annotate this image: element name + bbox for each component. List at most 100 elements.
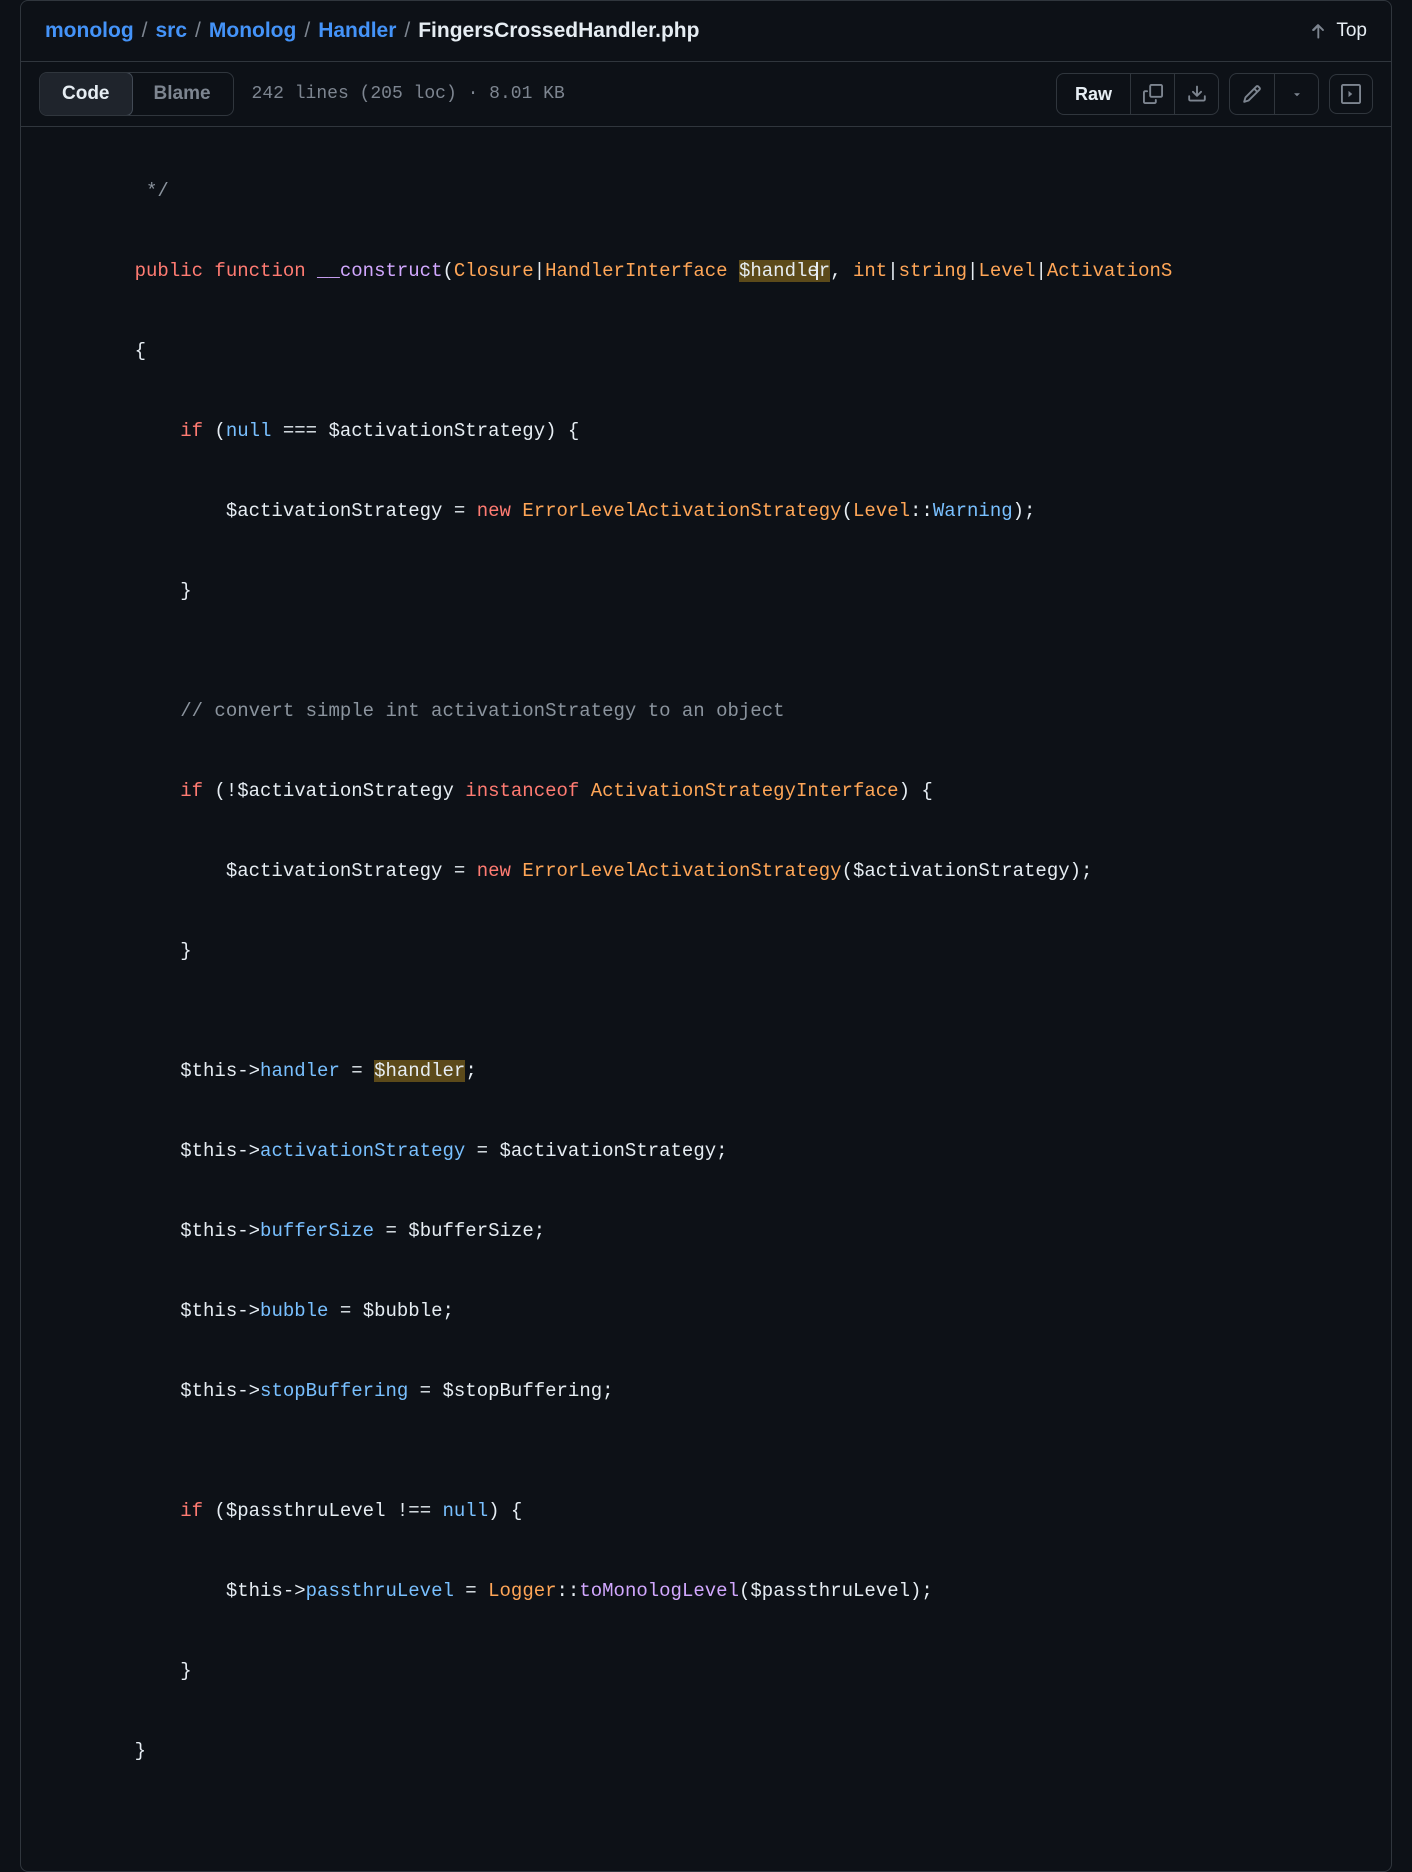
code-text: {: [89, 340, 146, 362]
code-text: |: [534, 260, 545, 282]
code-text: [728, 260, 739, 282]
code-text: bufferSize: [260, 1220, 374, 1242]
code-text: bubble: [260, 1300, 328, 1322]
code-text: $activationStrategy: [328, 420, 545, 442]
toolbar: Code Blame 242 lines (205 loc) · 8.01 KB…: [21, 62, 1391, 127]
code-text: ->: [237, 1140, 260, 1162]
code-text: ->: [283, 1580, 306, 1602]
edit-dropdown[interactable]: [1274, 74, 1318, 114]
raw-group: Raw: [1056, 73, 1219, 115]
code-text: ErrorLevelActivationStrategy: [522, 500, 841, 522]
code-area[interactable]: */ public function __construct(Closure|H…: [21, 127, 1391, 1871]
edit-button[interactable]: [1230, 74, 1274, 114]
toolbar-left: Code Blame 242 lines (205 loc) · 8.01 KB: [39, 72, 565, 116]
code-text: =: [442, 860, 476, 882]
code-text: [89, 1300, 180, 1322]
search-highlight: $handler: [374, 1060, 465, 1082]
code-text: );: [910, 1580, 933, 1602]
code-text: Level: [853, 500, 910, 522]
code-text: |: [967, 260, 978, 282]
code-text: ->: [237, 1380, 260, 1402]
breadcrumb-link[interactable]: Handler: [318, 19, 396, 43]
code-text: // convert simple int activationStrategy…: [89, 700, 785, 722]
code-text: [89, 1220, 180, 1242]
code-text: public: [89, 260, 203, 282]
code-text: (: [739, 1580, 750, 1602]
code-text: ) {: [899, 780, 933, 802]
code-text: ->: [237, 1220, 260, 1242]
code-text: function: [203, 260, 306, 282]
triangle-down-icon: [1291, 88, 1303, 100]
symbols-icon: [1341, 84, 1361, 104]
code-text: |: [1035, 260, 1046, 282]
code-text: (: [842, 860, 853, 882]
code-text: $activationStrategy: [500, 1140, 717, 1162]
code-text: =: [374, 1220, 408, 1242]
top-button[interactable]: Top: [1308, 20, 1367, 42]
code-text: [511, 860, 522, 882]
code-text: if: [89, 420, 203, 442]
code-text: ->: [237, 1300, 260, 1322]
code-text: $passthruLevel: [750, 1580, 910, 1602]
code-text: [89, 1060, 180, 1082]
code-text: activationStrategy: [260, 1140, 465, 1162]
breadcrumb-link[interactable]: Monolog: [209, 19, 296, 43]
code-text: $bubble: [363, 1300, 443, 1322]
code-text: new: [477, 860, 511, 882]
code-text: instanceof: [454, 780, 579, 802]
pencil-icon: [1242, 84, 1262, 104]
code-text: ) {: [488, 1500, 522, 1522]
code-text: if: [89, 780, 203, 802]
code-text: =: [408, 1380, 442, 1402]
file-viewer: monolog/src/Monolog/Handler/FingersCross…: [20, 0, 1392, 1872]
raw-button[interactable]: Raw: [1057, 74, 1130, 114]
code-text: handler: [260, 1060, 340, 1082]
code-text: |: [887, 260, 898, 282]
code-text: $this: [226, 1580, 283, 1602]
download-button[interactable]: [1174, 74, 1218, 114]
code-text: */: [89, 180, 169, 202]
code-text: );: [1070, 860, 1093, 882]
code-text: ,: [830, 260, 853, 282]
code-text: [89, 860, 226, 882]
symbols-button[interactable]: [1329, 74, 1373, 114]
code-text: new: [477, 500, 511, 522]
search-highlight: $handler: [739, 260, 830, 282]
code-text: int: [853, 260, 887, 282]
breadcrumb-row: monolog/src/Monolog/Handler/FingersCross…: [21, 1, 1391, 62]
code-text: (: [203, 420, 226, 442]
copy-icon: [1143, 84, 1163, 104]
code-text: ::: [910, 500, 933, 522]
code-text: =: [454, 1580, 488, 1602]
code-text: Level: [978, 260, 1035, 282]
file-info: 242 lines (205 loc) · 8.01 KB: [252, 84, 565, 104]
code-text: __construct: [306, 260, 443, 282]
breadcrumb-link[interactable]: monolog: [45, 19, 134, 43]
breadcrumb-current: FingersCrossedHandler.php: [418, 19, 699, 43]
code-text: =: [442, 500, 476, 522]
code-text: $this: [180, 1140, 237, 1162]
code-text: }: [89, 1740, 146, 1762]
edit-group: [1229, 73, 1319, 115]
code-text: =: [465, 1140, 499, 1162]
code-text: ;: [716, 1140, 727, 1162]
code-text: (: [442, 260, 453, 282]
code-text: );: [1013, 500, 1036, 522]
code-text: ===: [271, 420, 328, 442]
code-text: Logger: [488, 1580, 556, 1602]
code-text: [511, 500, 522, 522]
copy-button[interactable]: [1130, 74, 1174, 114]
tab-blame[interactable]: Blame: [132, 73, 233, 115]
breadcrumb-link[interactable]: src: [156, 19, 188, 43]
code-text: ;: [602, 1380, 613, 1402]
tab-group: Code Blame: [39, 72, 234, 116]
tab-code[interactable]: Code: [39, 72, 133, 116]
code-text: }: [89, 580, 192, 602]
code-text: (: [203, 1500, 226, 1522]
top-button-label: Top: [1336, 20, 1367, 42]
code-text: ;: [465, 1060, 476, 1082]
arrow-up-icon: [1308, 21, 1328, 41]
code-text: ) {: [545, 420, 579, 442]
code-text: [579, 780, 590, 802]
toolbar-right: Raw: [1056, 73, 1373, 115]
